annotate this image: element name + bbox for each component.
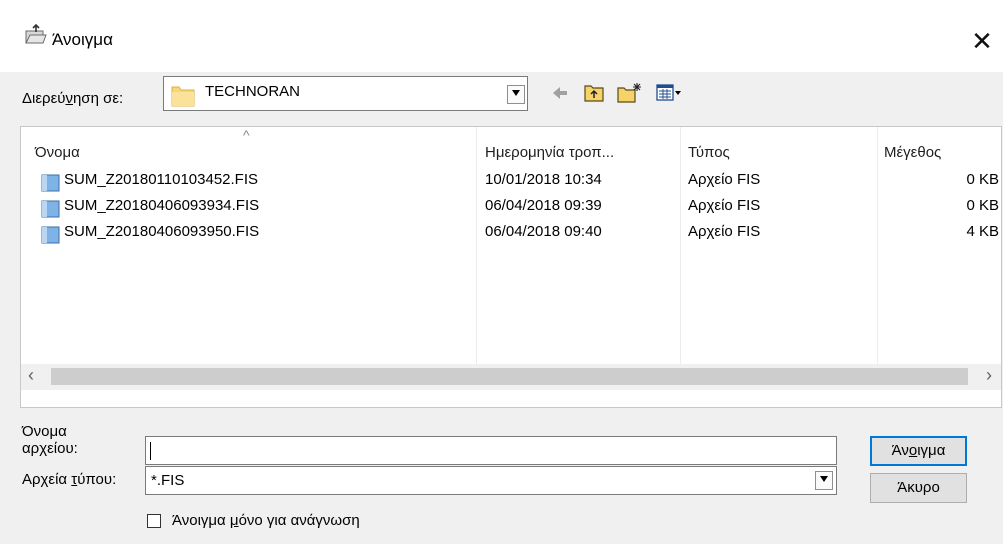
file-type-dropdown-button[interactable]: [815, 471, 833, 490]
column-header-date[interactable]: Ημερομηνία τροπ...: [485, 144, 614, 161]
file-type-label: Αρχεία τύπου:: [22, 471, 117, 488]
file-type: Αρχείο FIS: [688, 171, 761, 188]
file-row[interactable]: SUM_Z20180406093950.FIS 06/04/2018 09:40…: [21, 223, 1001, 249]
column-header-name[interactable]: Όνομα: [35, 144, 80, 161]
folder-icon: [170, 80, 196, 108]
cancel-button[interactable]: Άκυρο: [870, 473, 967, 503]
file-name-input[interactable]: [145, 436, 837, 465]
up-folder-icon[interactable]: [584, 82, 606, 104]
file-type-value: *.FIS: [151, 472, 185, 489]
file-date: 06/04/2018 09:40: [485, 223, 602, 240]
text-caret: [150, 442, 151, 460]
scrollbar-thumb[interactable]: [51, 368, 968, 385]
read-only-label[interactable]: Άνοιγμα μόνο για ανάγνωση: [172, 512, 360, 529]
file-size: 0 KB: [966, 171, 999, 188]
file-type: Αρχείο FIS: [688, 197, 761, 214]
open-button[interactable]: Άνοιγμα: [870, 436, 967, 466]
file-row[interactable]: SUM_Z20180110103452.FIS 10/01/2018 10:34…: [21, 171, 1001, 197]
back-arrow-icon[interactable]: [551, 82, 569, 104]
file-name: SUM_Z20180110103452.FIS: [64, 171, 259, 188]
file-size: 0 KB: [966, 197, 999, 214]
look-in-combobox[interactable]: TECHNORAN: [163, 76, 528, 111]
close-button[interactable]: ✕: [967, 26, 997, 56]
chevron-down-icon: [512, 90, 520, 96]
new-folder-icon[interactable]: [617, 82, 643, 104]
sort-ascending-icon: ^: [243, 127, 250, 143]
file-list-view[interactable]: ^ Όνομα Ημερομηνία τροπ... Τύπος Μέγεθος…: [20, 126, 1002, 408]
column-header-size[interactable]: Μέγεθος: [884, 144, 941, 161]
file-row[interactable]: SUM_Z20180406093934.FIS 06/04/2018 09:39…: [21, 197, 1001, 223]
file-type-combobox[interactable]: *.FIS: [145, 466, 837, 495]
file-date: 06/04/2018 09:39: [485, 197, 602, 214]
file-date: 10/01/2018 10:34: [485, 171, 602, 188]
horizontal-scrollbar[interactable]: ‹ ›: [21, 364, 1001, 390]
fis-file-icon: [41, 173, 60, 193]
look-in-value: TECHNORAN: [205, 83, 301, 100]
open-file-dialog: Άνοιγμα ✕ Διερεύνηση σε: TECHNORAN ^ Όνο…: [0, 0, 1003, 544]
scroll-left-icon[interactable]: ‹: [28, 365, 34, 386]
view-menu-icon[interactable]: [656, 82, 682, 104]
file-name-label: Όνομα αρχείου:: [22, 423, 78, 457]
title-bar: Άνοιγμα ✕: [0, 0, 1003, 72]
look-in-dropdown-button[interactable]: [507, 85, 525, 104]
open-file-icon: [22, 22, 48, 48]
fis-file-icon: [41, 199, 60, 219]
read-only-checkbox[interactable]: [147, 514, 161, 528]
column-header-type[interactable]: Τύπος: [688, 144, 730, 161]
window-title: Άνοιγμα: [52, 30, 113, 49]
fis-file-icon: [41, 225, 60, 245]
look-in-label: Διερεύνηση σε:: [22, 90, 124, 107]
file-size: 4 KB: [966, 223, 999, 240]
chevron-down-icon: [820, 476, 828, 482]
file-name: SUM_Z20180406093934.FIS: [64, 197, 260, 214]
file-type: Αρχείο FIS: [688, 223, 761, 240]
scroll-right-icon[interactable]: ›: [986, 365, 992, 386]
file-name: SUM_Z20180406093950.FIS: [64, 223, 260, 240]
